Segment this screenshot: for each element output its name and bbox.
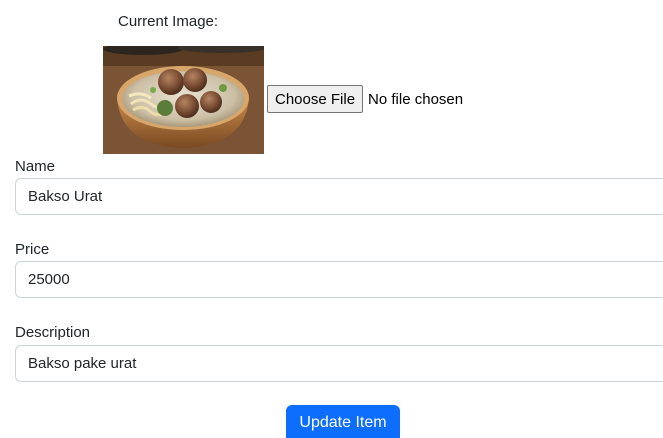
file-status-text: No file chosen xyxy=(368,90,464,108)
edit-item-form: Current Image: Choose File No file chose… xyxy=(0,0,663,438)
choose-file-button[interactable]: Choose File xyxy=(267,85,364,113)
name-label: Name xyxy=(15,158,56,175)
current-image-label: Current Image: xyxy=(118,13,219,30)
file-input[interactable]: Choose File No file chosen xyxy=(267,85,463,113)
price-input[interactable] xyxy=(15,261,663,298)
description-label: Description xyxy=(15,324,91,341)
description-input[interactable] xyxy=(15,345,663,382)
update-item-button[interactable]: Update Item xyxy=(286,405,400,438)
name-input[interactable] xyxy=(15,178,663,215)
bakso-bowl-image xyxy=(103,46,264,154)
price-label: Price xyxy=(15,241,50,258)
current-image xyxy=(103,46,264,154)
